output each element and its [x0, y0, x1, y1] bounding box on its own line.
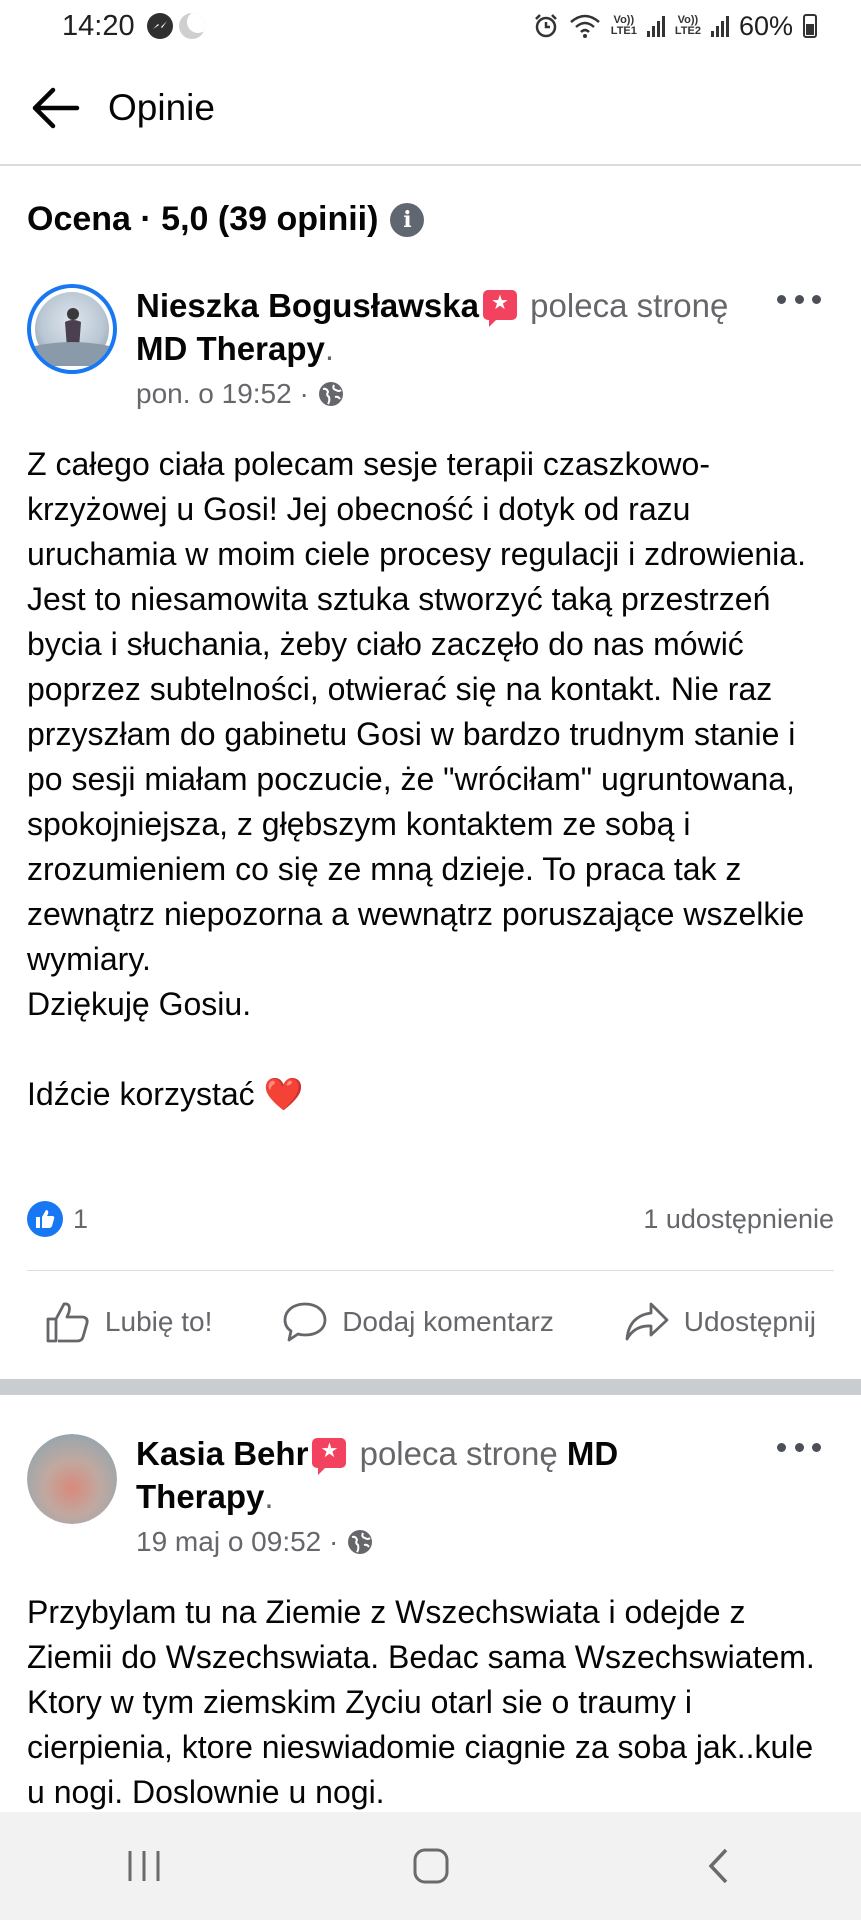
author-name[interactable]: Nieszka Bogusławska — [136, 287, 479, 324]
rating-summary: Ocena · 5,0 (39 opinii) i — [27, 200, 425, 239]
home-icon — [413, 1848, 448, 1884]
review-headline: Nieszka Bogusławska poleca stronę MD The… — [136, 284, 751, 370]
like-reaction-icon — [27, 1201, 63, 1237]
battery-icon — [803, 14, 817, 38]
review-post: Kasia Behr poleca stronę MD Therapy. 19 … — [0, 1432, 861, 1812]
moon-icon — [178, 13, 205, 39]
like-count: 1 — [73, 1203, 89, 1234]
thumbs-up-icon — [46, 1302, 89, 1343]
more-options-button[interactable] — [777, 284, 821, 314]
author-name[interactable]: Kasia Behr — [136, 1435, 308, 1472]
sim2-label: Vo)) LTE2 — [674, 14, 701, 37]
post-actions: Lubię to! Dodaj komentarz Udostępnij — [0, 1272, 861, 1372]
globe-icon — [318, 382, 343, 406]
review-headline: Kasia Behr poleca stronę MD Therapy. — [136, 1432, 751, 1518]
share-count[interactable]: 1 udostępnienie — [643, 1204, 834, 1235]
sim1-label: Vo)) LTE1 — [610, 14, 637, 37]
avatar[interactable] — [27, 284, 117, 374]
signal-icon — [710, 15, 729, 37]
reaction-counts[interactable]: 1 1 udostępnienie — [27, 1201, 834, 1237]
page-link[interactable]: MD Therapy — [136, 330, 325, 367]
comment-icon — [283, 1302, 327, 1342]
divider — [27, 1270, 834, 1271]
recommend-icon — [312, 1438, 347, 1475]
alarm-icon — [534, 14, 557, 38]
like-button[interactable]: Lubię to! — [45, 1300, 212, 1344]
battery-percent: 60% — [738, 10, 793, 41]
review-post: Nieszka Bogusławska poleca stronę MD The… — [0, 284, 861, 1374]
post-time[interactable]: 19 maj o 09:52 · — [136, 1526, 338, 1558]
recommend-icon — [483, 290, 517, 327]
messenger-icon — [146, 13, 173, 39]
status-time: 14:20 — [62, 9, 135, 42]
home-button[interactable] — [391, 1836, 471, 1896]
post-meta: 19 maj o 09:52 · — [136, 1526, 374, 1558]
review-text: Przybylam tu na Ziemie z Wszechswiata i … — [27, 1594, 824, 1810]
avatar[interactable] — [27, 1434, 117, 1524]
post-separator — [0, 1379, 861, 1395]
share-icon — [625, 1302, 669, 1341]
comment-button[interactable]: Dodaj komentarz — [282, 1300, 554, 1344]
post-time[interactable]: pon. o 19:52 · — [136, 378, 309, 410]
signal-icon — [646, 15, 665, 37]
share-button[interactable]: Udostępnij — [624, 1300, 816, 1344]
post-meta: pon. o 19:52 · — [136, 378, 345, 410]
wifi-icon — [569, 14, 600, 38]
app-header: Opinie — [0, 52, 861, 166]
recent-apps-button[interactable] — [104, 1836, 184, 1896]
system-nav-bar — [0, 1812, 861, 1920]
review-text: Z całego ciała polecam sesje terapii cza… — [27, 446, 806, 1112]
more-options-button[interactable] — [777, 1432, 821, 1462]
chevron-left-icon — [708, 1848, 727, 1884]
back-button[interactable] — [26, 78, 86, 138]
status-bar: 14:20 Vo)) LTE1 Vo)) LTE2 60% — [0, 0, 861, 52]
recent-apps-icon — [128, 1851, 159, 1881]
back-nav-button[interactable] — [678, 1836, 758, 1896]
arrow-left-icon — [32, 87, 80, 129]
rating-text: Ocena · 5,0 (39 opinii) — [27, 200, 379, 238]
page-title: Opinie — [108, 87, 215, 128]
info-icon[interactable]: i — [390, 202, 425, 237]
globe-icon — [348, 1530, 373, 1554]
